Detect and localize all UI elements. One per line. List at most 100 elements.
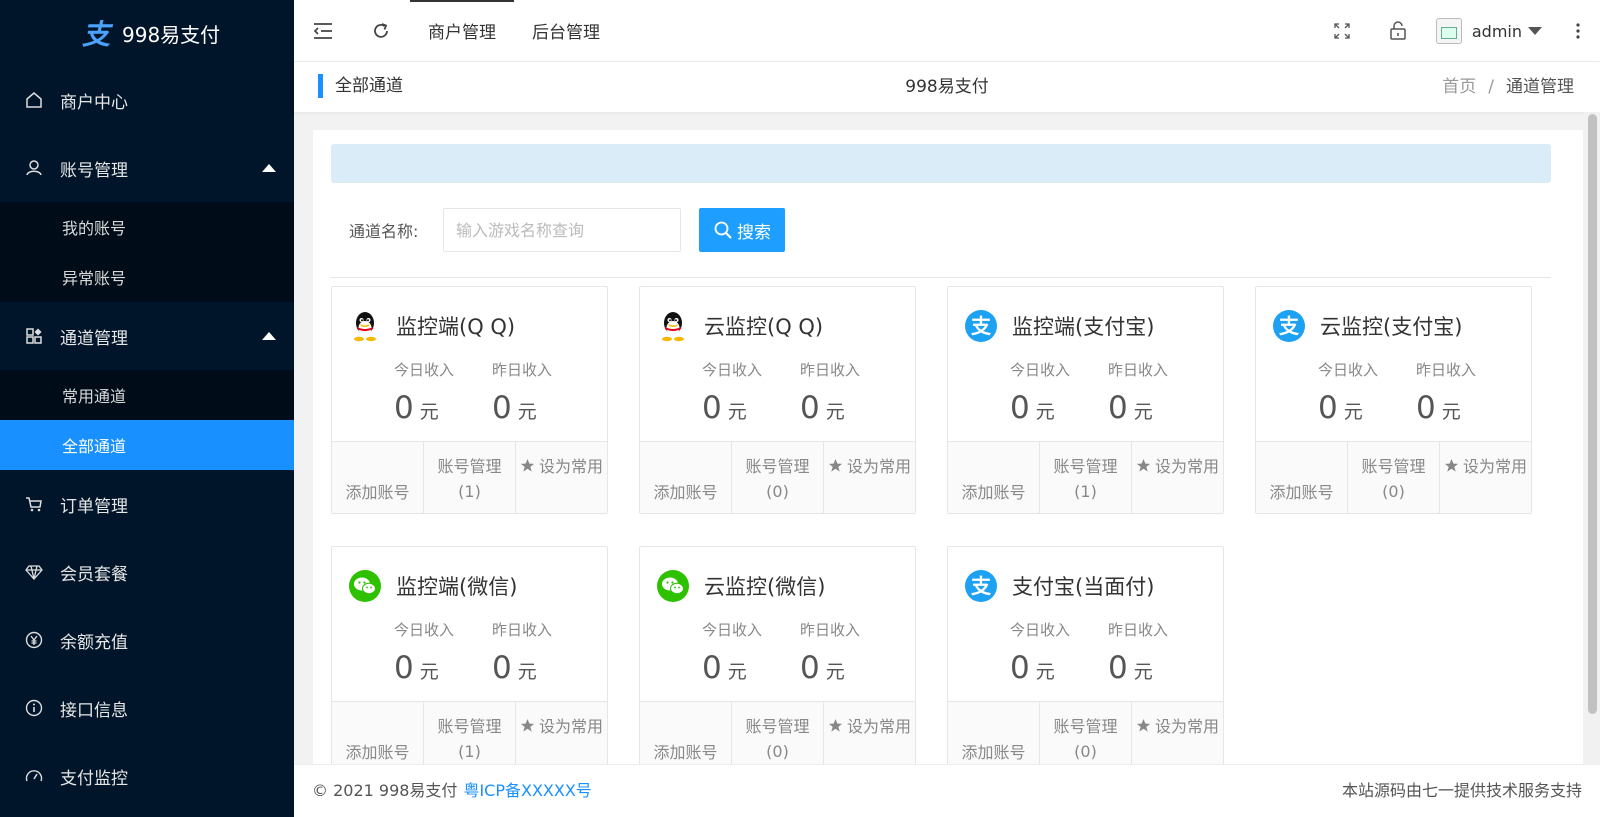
add-account-button[interactable]: 添加账号 [640, 702, 731, 764]
sidebar-item-label: 通道管理 [60, 328, 128, 349]
sidebar-item-abnormal-accounts[interactable]: 异常账号 [0, 252, 294, 302]
set-favorite-label: 设为常用 [1155, 717, 1220, 736]
copyright: © 2021 998易支付 [312, 781, 458, 800]
card-header: 支支付宝(当面付) [964, 569, 1154, 603]
scrollbar-thumb[interactable] [1588, 114, 1597, 714]
collapse-sidebar-button[interactable] [294, 0, 352, 62]
card-stats: 今日收入 0 元昨日收入 0 元 [394, 359, 590, 426]
yesterday-income-value: 0 [1108, 390, 1128, 426]
account-count: (1) [1074, 482, 1097, 501]
account-count: (0) [766, 482, 789, 501]
add-account-button[interactable]: 添加账号 [640, 442, 731, 513]
yen-icon [24, 630, 44, 650]
sidebar-item-my-accounts[interactable]: 我的账号 [0, 202, 294, 252]
add-account-button[interactable]: 添加账号 [948, 442, 1039, 513]
page-footer: © 2021 998易支付 粤ICP备XXXXX号 本站源码由七一提供技术服务支持 [294, 764, 1600, 817]
add-account-button[interactable]: 添加账号 [1256, 442, 1347, 513]
sidebar-item-all-channels[interactable]: 全部通道 [0, 420, 294, 470]
tab-admin-management[interactable]: 后台管理 [514, 0, 618, 62]
card-header: 监控端(Q Q) [348, 309, 515, 343]
sidebar-item-api-info[interactable]: 接口信息 [0, 674, 294, 742]
yesterday-income: 昨日收入 0 元 [1108, 619, 1206, 686]
logo[interactable]: 支 998易支付 [0, 0, 294, 66]
account-management-label: 账号管理 [745, 717, 810, 736]
user-menu[interactable]: admin [1426, 0, 1556, 62]
sidebar-item-pay-monitor[interactable]: 支付监控 [0, 742, 294, 810]
today-income: 今日收入 0 元 [1010, 619, 1108, 686]
channel-title: 监控端(Q Q) [396, 315, 516, 339]
set-favorite-button[interactable]: 设为常用 [516, 702, 607, 764]
channel-title: 支付宝(当面付) [1012, 575, 1155, 599]
star-icon [520, 717, 539, 736]
set-favorite-button[interactable]: 设为常用 [824, 702, 915, 764]
search-button-label: 搜索 [737, 222, 771, 243]
account-management-button[interactable]: 账号管理 (0) [1039, 702, 1132, 764]
caret-up-icon [262, 164, 276, 172]
header-right: admin [1314, 0, 1600, 62]
today-income-label: 今日收入 [702, 361, 763, 379]
footer-left: © 2021 998易支付 粤ICP备XXXXX号 [312, 765, 592, 817]
sidebar-item-merchant-center[interactable]: 商户中心 [0, 66, 294, 134]
breadcrumb-home[interactable]: 首页 [1442, 77, 1476, 97]
account-management-button[interactable]: 账号管理 (1) [1039, 442, 1132, 513]
add-account-button[interactable]: 添加账号 [332, 702, 423, 764]
today-income-value: 0 [702, 650, 722, 686]
set-favorite-button[interactable]: 设为常用 [516, 442, 607, 513]
divider [331, 277, 1551, 278]
today-income-value: 0 [1010, 390, 1030, 426]
account-management-label: 账号管理 [437, 717, 502, 736]
card-stats: 今日收入 0 元昨日收入 0 元 [702, 619, 898, 686]
yesterday-income-label: 昨日收入 [800, 621, 861, 639]
top-header: 商户管理 后台管理 admin [294, 0, 1600, 62]
account-management-label: 账号管理 [745, 457, 810, 476]
yesterday-income-label: 昨日收入 [492, 361, 553, 379]
yesterday-income-label: 昨日收入 [492, 621, 553, 639]
account-management-button[interactable]: 账号管理 (0) [731, 702, 824, 764]
sidebar-item-label: 商户中心 [60, 92, 128, 113]
currency-unit: 元 [727, 401, 747, 423]
sidebar-item-orders[interactable]: 订单管理 [0, 470, 294, 538]
sidebar-item-recharge[interactable]: 余额充值 [0, 606, 294, 674]
add-account-button[interactable]: 添加账号 [948, 702, 1039, 764]
account-management-button[interactable]: 账号管理 (0) [1347, 442, 1440, 513]
set-favorite-button[interactable]: 设为常用 [1132, 442, 1223, 513]
card-actions: 添加账号 账号管理 (0) 设为常用 [640, 441, 915, 513]
sidebar-item-channel-management[interactable]: 通道管理 [0, 302, 294, 370]
lock-screen-button[interactable] [1370, 0, 1426, 62]
set-favorite-label: 设为常用 [539, 457, 604, 476]
sidebar-item-account-management[interactable]: 账号管理 [0, 134, 294, 202]
today-income: 今日收入 0 元 [1318, 359, 1416, 426]
star-icon [520, 457, 539, 476]
today-income: 今日收入 0 元 [1010, 359, 1108, 426]
yesterday-income-label: 昨日收入 [1108, 621, 1169, 639]
account-management-button[interactable]: 账号管理 (0) [731, 442, 824, 513]
tab-merchant-management[interactable]: 商户管理 [410, 0, 514, 62]
more-button[interactable] [1556, 0, 1600, 62]
refresh-button[interactable] [352, 0, 410, 62]
currency-unit: 元 [1441, 401, 1461, 423]
fullscreen-icon [1334, 23, 1350, 39]
account-management-button[interactable]: 账号管理 (1) [423, 702, 516, 764]
set-favorite-button[interactable]: 设为常用 [1132, 702, 1223, 764]
page-scrollbar[interactable] [1584, 112, 1600, 764]
icp-link[interactable]: 粤ICP备XXXXX号 [463, 781, 591, 800]
channel-name-input[interactable] [443, 208, 681, 252]
star-icon [828, 717, 847, 736]
currency-unit: 元 [1035, 661, 1055, 683]
add-account-button[interactable]: 添加账号 [332, 442, 423, 513]
set-favorite-button[interactable]: 设为常用 [824, 442, 915, 513]
set-favorite-button[interactable]: 设为常用 [1440, 442, 1531, 513]
currency-unit: 元 [1133, 401, 1153, 423]
search-button[interactable]: 搜索 [699, 208, 785, 252]
card-header: 支监控端(支付宝) [964, 309, 1154, 343]
sidebar-item-membership[interactable]: 会员套餐 [0, 538, 294, 606]
sidebar-item-label: 会员套餐 [60, 564, 128, 585]
sidebar-item-common-channels[interactable]: 常用通道 [0, 370, 294, 420]
page-title: 全部通道 [318, 74, 403, 98]
fullscreen-button[interactable] [1314, 0, 1370, 62]
channel-title: 云监控(支付宝) [1320, 315, 1463, 339]
channel-card: 云监控(Q Q) 今日收入 0 元昨日收入 0 元添加账号 账号管理 (0) 设为常用 [639, 286, 916, 514]
account-count: (1) [458, 482, 481, 501]
card-actions: 添加账号 账号管理 (0) 设为常用 [1256, 441, 1531, 513]
account-management-button[interactable]: 账号管理 (1) [423, 442, 516, 513]
